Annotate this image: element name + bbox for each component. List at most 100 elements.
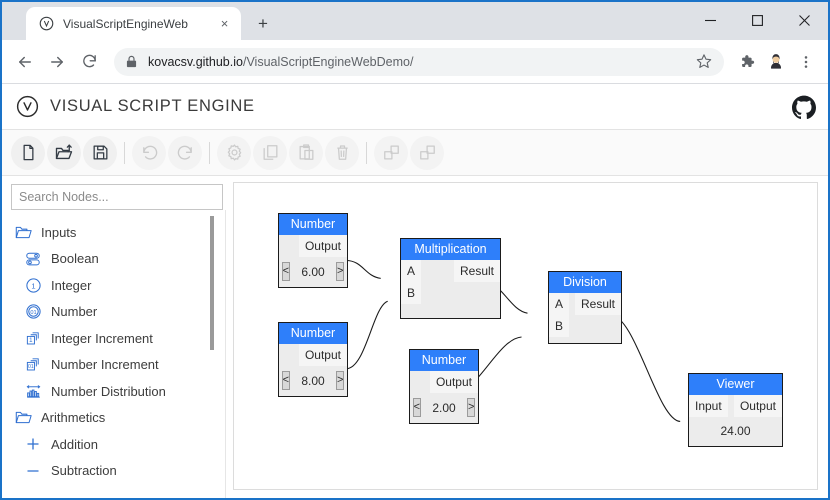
lock-icon xyxy=(126,55,138,69)
node-body: A Result B xyxy=(401,260,500,318)
increment-button[interactable]: > xyxy=(336,262,345,282)
tab-close-icon[interactable]: × xyxy=(216,15,233,32)
increment-button[interactable]: > xyxy=(467,398,476,418)
search-input[interactable] xyxy=(11,184,223,210)
node-input-slot-a[interactable]: A xyxy=(549,293,570,316)
node-input-slot-b[interactable]: B xyxy=(401,282,422,305)
node-slot-row: Output xyxy=(410,371,478,394)
node-slot-row: B xyxy=(549,315,621,338)
node-value-stepper: < 2.00 > xyxy=(410,393,478,423)
node-output-slot[interactable]: Output xyxy=(298,235,347,258)
folder-icon xyxy=(14,223,32,241)
node-multiplication[interactable]: Multiplication A Result B xyxy=(400,238,501,320)
redo-button[interactable] xyxy=(168,135,202,170)
sidebar-scrollbar[interactable] xyxy=(210,216,214,350)
address-bar-text: kovacsv.github.io/VisualScriptEngineWebD… xyxy=(148,55,686,69)
profile-avatar-icon[interactable] xyxy=(762,48,790,76)
decrement-button[interactable]: < xyxy=(412,398,421,418)
window-close-button[interactable] xyxy=(781,2,828,38)
github-icon[interactable] xyxy=(792,95,816,119)
open-file-button[interactable] xyxy=(47,135,81,170)
sidebar-item-label: Integer Increment xyxy=(51,330,153,346)
node-slot-row: Input Output xyxy=(689,395,782,418)
paste-button[interactable] xyxy=(289,135,323,170)
node-viewer[interactable]: Viewer Input Output 24.00 xyxy=(688,373,783,448)
minus-icon xyxy=(24,462,42,480)
node-input-slot-b[interactable]: B xyxy=(549,315,570,338)
node-number-3[interactable]: Number Output < 2.00 > xyxy=(409,349,479,425)
window-maximize-button[interactable] xyxy=(734,2,781,38)
group-nodes-button[interactable] xyxy=(374,135,408,170)
node-number-2[interactable]: Number Output < 8.00 > xyxy=(278,322,348,398)
copy-button[interactable] xyxy=(253,135,287,170)
increment-button[interactable]: > xyxy=(336,371,345,391)
integer-circle-icon: 1 xyxy=(24,276,42,294)
node-input-slot-a[interactable]: A xyxy=(401,260,422,283)
node-filler xyxy=(401,304,500,318)
bookmark-star-icon[interactable] xyxy=(696,53,714,71)
node-number-1[interactable]: Number Output < 6.00 > xyxy=(278,213,348,289)
reload-icon[interactable] xyxy=(74,47,104,77)
sidebar-item-addition[interactable]: Addition xyxy=(11,431,233,458)
save-file-button[interactable] xyxy=(83,135,117,170)
sidebar-divider xyxy=(225,210,226,498)
sidebar-group-arithmetics[interactable]: Arithmetics xyxy=(11,405,233,432)
decrement-button[interactable]: < xyxy=(281,262,290,282)
sidebar-item-label: Subtraction xyxy=(51,463,117,479)
sidebar-group-inputs[interactable]: Inputs xyxy=(11,219,233,246)
settings-gear-button[interactable] xyxy=(217,135,251,170)
decrement-button[interactable]: < xyxy=(281,371,290,391)
node-output-slot[interactable]: Output xyxy=(298,344,347,367)
svg-text:01: 01 xyxy=(30,310,36,316)
address-bar[interactable]: kovacsv.github.io/VisualScriptEngineWebD… xyxy=(114,47,724,76)
node-title: Viewer xyxy=(689,374,782,396)
node-slot-row: A Result xyxy=(401,260,500,283)
svg-text:1: 1 xyxy=(31,281,35,290)
sidebar-group-label: Arithmetics xyxy=(41,410,106,426)
sidebar-item-label: Boolean xyxy=(51,251,99,267)
node-graph-canvas[interactable]: Number Output < 6.00 > Number Output < 8… xyxy=(233,182,818,490)
sidebar-item-number-increment[interactable]: 01 Number Increment xyxy=(11,352,233,379)
sidebar-item-boolean[interactable]: Boolean xyxy=(11,246,233,273)
back-icon[interactable] xyxy=(10,47,40,77)
browser-tab[interactable]: VisualScriptEngineWeb × xyxy=(26,7,241,40)
node-output-slot[interactable]: Output xyxy=(429,371,478,394)
toolbar-separator xyxy=(366,141,367,164)
node-output-slot[interactable]: Result xyxy=(574,293,621,316)
node-output-slot[interactable]: Output xyxy=(733,395,782,418)
visual-script-engine-logo xyxy=(16,95,39,118)
url-host: kovacsv.github.io xyxy=(148,54,243,69)
undo-button[interactable] xyxy=(132,135,166,170)
sidebar-item-subtraction[interactable]: Subtraction xyxy=(11,458,233,485)
node-output-slot[interactable]: Result xyxy=(453,260,500,283)
tab-favicon-icon xyxy=(38,16,54,32)
new-tab-button[interactable]: + xyxy=(249,9,277,37)
window-minimize-button[interactable] xyxy=(687,2,734,38)
new-file-button[interactable] xyxy=(11,135,45,170)
node-body: Output < 6.00 > xyxy=(279,235,347,287)
svg-text:1: 1 xyxy=(29,337,33,344)
canvas-wrapper: Number Output < 6.00 > Number Output < 8… xyxy=(233,176,828,498)
node-division[interactable]: Division A Result B xyxy=(548,271,622,345)
node-input-slot[interactable]: Input xyxy=(689,395,728,418)
folder-icon xyxy=(14,409,32,427)
extensions-puzzle-icon[interactable] xyxy=(732,48,760,76)
browser-menu-icon[interactable] xyxy=(792,48,820,76)
toolbar-separator xyxy=(209,141,210,164)
sidebar-item-integer[interactable]: 1 Integer xyxy=(11,272,233,299)
sidebar-item-integer-increment[interactable]: 1 Integer Increment xyxy=(11,325,233,352)
sidebar-item-number[interactable]: 01 Number xyxy=(11,299,233,326)
tab-title: VisualScriptEngineWeb xyxy=(63,16,188,31)
viewer-value: 24.00 xyxy=(720,424,751,439)
sidebar-item-label: Number Increment xyxy=(51,357,159,373)
sidebar-item-number-distribution[interactable]: Number Distribution xyxy=(11,378,233,405)
node-body: Input Output 24.00 xyxy=(689,395,782,446)
node-value-stepper: < 8.00 > xyxy=(279,366,347,396)
delete-trash-button[interactable] xyxy=(325,135,359,170)
window-controls xyxy=(687,2,828,38)
forward-icon[interactable] xyxy=(42,47,72,77)
ungroup-nodes-button[interactable] xyxy=(410,135,444,170)
sidebar-item-label: Integer xyxy=(51,277,92,293)
node-slot-row: Output xyxy=(279,235,347,258)
node-title: Division xyxy=(549,272,621,294)
